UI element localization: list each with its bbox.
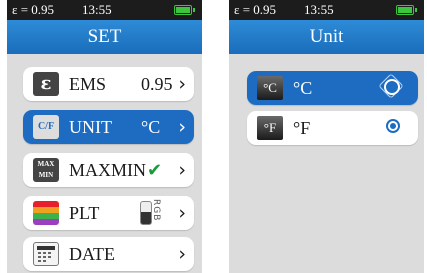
menu-item-ems[interactable]: ε EMS 0.95 › <box>23 67 194 101</box>
chevron-right-icon: › <box>178 202 186 224</box>
chevron-right-icon: › <box>178 116 186 138</box>
menu-item-label: EMS <box>69 74 107 94</box>
unit-option-fahrenheit[interactable]: °F °F <box>247 111 418 145</box>
palette-switch-label: RGB <box>151 199 161 222</box>
unit-screen: ε = 0.95 13:55 Unit °C °C °F °F <box>229 0 424 273</box>
status-bar: ε = 0.95 13:55 <box>7 0 202 20</box>
check-icon: ✔ <box>147 160 163 181</box>
status-bar: ε = 0.95 13:55 <box>229 0 424 20</box>
battery-icon <box>396 5 417 15</box>
unit-option-label: °F <box>293 118 311 138</box>
clock: 13:55 <box>304 2 334 17</box>
menu-item-label: DATE <box>69 244 115 264</box>
radio-icon[interactable] <box>386 119 400 133</box>
emissivity-readout: ε = 0.95 <box>234 2 277 17</box>
set-screen: ε = 0.95 13:55 SET ε EMS 0.95 › C/F UNIT… <box>7 0 202 273</box>
menu-item-label: MAXMIN <box>69 160 147 180</box>
chevron-right-icon: › <box>178 159 186 181</box>
menu-item-label: PLT <box>69 203 100 223</box>
palette-icon <box>33 201 59 225</box>
unit-option-label: °C <box>293 78 313 98</box>
clock: 13:55 <box>82 2 112 17</box>
menu-item-unit[interactable]: C/F UNIT °C › <box>23 110 194 144</box>
page-title: SET <box>7 20 202 54</box>
emissivity-icon: ε <box>33 72 59 96</box>
page-title: Unit <box>229 20 424 54</box>
maxmin-icon: MAX MIN <box>33 158 59 182</box>
menu-item-plt[interactable]: PLT RGB › <box>23 196 194 230</box>
calendar-icon <box>33 242 59 266</box>
celsius-icon: °C <box>257 76 283 100</box>
unit-option-celsius[interactable]: °C °C <box>247 71 418 105</box>
menu-item-value: °C <box>141 117 161 137</box>
radio-icon[interactable] <box>384 79 400 95</box>
chevron-right-icon: › <box>178 243 186 265</box>
unit-icon: C/F <box>33 115 59 139</box>
calendar-grid <box>37 246 55 262</box>
battery-icon <box>174 5 195 15</box>
menu-item-date[interactable]: DATE › <box>23 237 194 271</box>
menu-item-label: UNIT <box>69 117 112 137</box>
fahrenheit-icon: °F <box>257 116 283 140</box>
menu-item-maxmin[interactable]: MAX MIN MAXMIN ✔ › <box>23 153 194 187</box>
chevron-right-icon: › <box>178 73 186 95</box>
emissivity-readout: ε = 0.95 <box>12 2 55 17</box>
menu-item-value: 0.95 <box>141 74 173 94</box>
